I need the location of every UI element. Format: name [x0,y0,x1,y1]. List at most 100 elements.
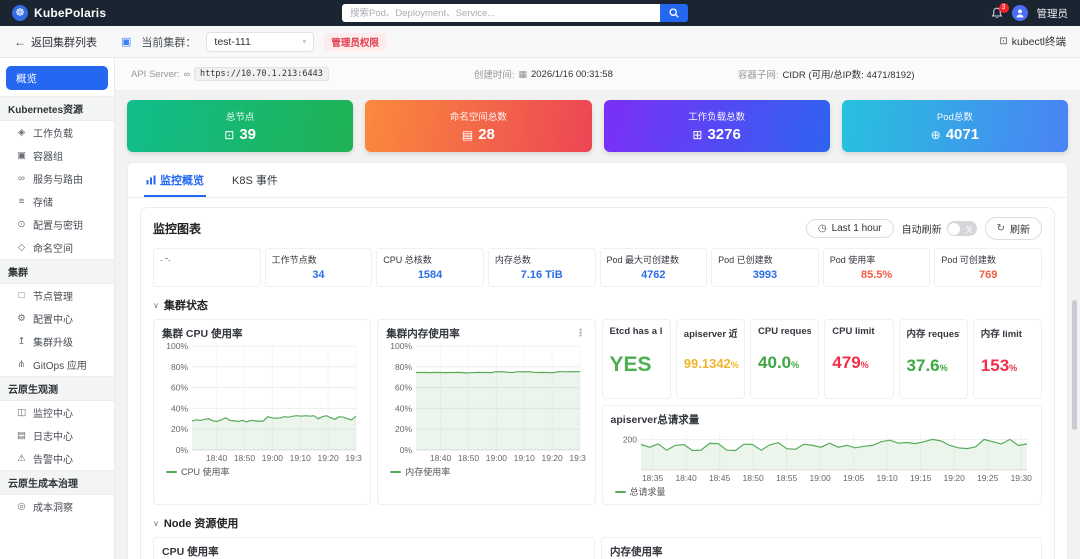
svg-text:19:10: 19:10 [290,453,312,463]
time-range-button[interactable]: ◷ Last 1 hour [805,219,894,238]
section-cluster-status[interactable]: ∨ 集群状态 [153,297,1042,313]
svg-text:0%: 0% [176,445,189,455]
api-server-url[interactable]: https://10.70.1.213:6443 [194,67,329,81]
grid-icon: ⊞ [692,127,703,142]
subnet-value: CIDR (可用/总IP数: 4471/8192) [782,70,915,81]
gear-icon: ⚙ [17,313,26,324]
svg-text:19:30: 19:30 [570,453,587,463]
sidebar-item-monitoring-center[interactable]: ◫ 监控中心 [0,401,114,424]
back-to-cluster-list-link[interactable]: ← 返回集群列表 [14,34,97,50]
sidebar-item-config-secrets[interactable]: ⊙ 配置与密钥 [0,213,114,236]
svg-text:18:35: 18:35 [641,473,663,483]
global-search [342,4,688,22]
svg-text:80%: 80% [171,362,188,372]
tab-bar: 监控概览 K8S 事件 [128,163,1067,198]
terminal-label: kubectl终端 [1011,36,1066,48]
sidebar-item-pods[interactable]: ▣ 容器组 [0,144,114,167]
storage-icon: ≡ [18,196,25,207]
scrollbar[interactable] [1072,300,1077,430]
total-nodes-card: 总节点 ⊡ 39 [127,100,354,152]
main-content: API Server: ∞ https://10.70.1.213:6443 创… [115,58,1080,559]
sidebar: 概览 Kubernetes资源 ◈ 工作负载 ▣ 容器组 ∞ 服务与路由 ≡ 存储 ⊙ 配… [0,58,115,559]
svg-text:19:30: 19:30 [1010,473,1032,483]
avatar[interactable] [1011,5,1028,21]
mini-cards-row: Etcd has a leaYES apiserver 近399.1342% C… [601,319,1043,399]
pod-icon: ▣ [17,150,26,161]
top-bar: ☸ KubePolaris 3 管理员 [0,0,1080,26]
sidebar-item-services[interactable]: ∞ 服务与路由 [0,167,114,190]
tab-k8s-events[interactable]: K8S 事件 [230,163,280,197]
sidebar-item-cluster-upgrade[interactable]: ↥ 集群升级 [0,330,114,353]
sidebar-item-cost-insight[interactable]: ◎ 成本洞察 [0,495,114,518]
monitor-chart-icon: ◫ [17,407,26,418]
svg-text:19:00: 19:00 [809,473,831,483]
svg-text:20%: 20% [171,424,188,434]
kubectl-terminal-button[interactable]: ⊡ kubectl终端 [999,34,1066,49]
cluster-name: test-111 [214,35,251,48]
section-node-resources[interactable]: ∨ Node 资源使用 [153,515,1042,531]
sidebar-item-log-center[interactable]: ▤ 日志中心 [0,424,114,447]
tab-monitor-overview[interactable]: 监控概览 [144,163,206,197]
svg-text:100%: 100% [391,341,413,351]
svg-text:19:25: 19:25 [977,473,999,483]
node-memory-chart-card: 内存使用率 0%20%40%60%80%100%18:4018:5019:001… [601,537,1042,559]
back-arrow-icon: ← [14,34,26,49]
memory-request-card: 内存 request 37.6% [898,319,968,399]
node-icon: □ [18,290,25,301]
cluster-toolbar: ← 返回集群列表 ▣ 当前集群： test-111 ▾ 管理员权限 ⊡ kube… [0,26,1080,58]
monitor-icon: ⊡ [224,127,235,142]
sidebar-item-storage[interactable]: ≡ 存储 [0,190,114,213]
globe-icon: ⊕ [930,127,941,142]
current-cluster-label: 当前集群： [141,36,197,49]
apiserver-requests-chart[interactable]: 200 18:35 18:40 18:45 18:50 18:55 19:00 19:05 19… [611,427,1033,483]
sidebar-group-cluster: 集群 [0,259,114,284]
sidebar-item-overview[interactable]: 概览 [6,66,108,90]
sidebar-item-alert-center[interactable]: ⚠ 告警中心 [0,447,114,470]
service-route-icon: ∞ [18,173,25,184]
sidebar-item-gitops[interactable]: ⋔ GitOps 应用 [0,353,114,376]
chart-icon [146,175,156,185]
sidebar-item-config-center[interactable]: ⚙ 配置中心 [0,307,114,330]
link-icon: ∞ [183,69,190,79]
svg-text:19:15: 19:15 [910,473,932,483]
monitor-panel-title: 监控图表 [153,222,202,236]
role-badge: 管理员权限 [324,32,386,51]
workload-icon: ◈ [17,127,26,138]
clock-icon: ◷ [817,223,827,234]
sidebar-item-namespaces[interactable]: ◇ 命名空间 [0,236,114,259]
svg-text:19:20: 19:20 [943,473,965,483]
cluster-cpu-usage-chart[interactable]: 0% 20% 40% 60% 80% 100% 18:40 18:50 19:00 19:10 19… [162,341,367,463]
svg-text:0%: 0% [400,445,413,455]
git-branch-icon: ⋔ [17,359,26,370]
sidebar-item-workloads[interactable]: ◈ 工作负载 [0,121,114,144]
cluster-info-row: API Server: ∞ https://10.70.1.213:6443 创… [115,58,1080,91]
cluster-select[interactable]: test-111 ▾ [206,31,315,52]
auto-refresh-toggle[interactable]: 关 [946,221,977,236]
memory-limit-card: 内存 limit 153% [972,319,1043,399]
svg-text:19:20: 19:20 [542,453,564,463]
subnet-label: 容器子网: [737,70,779,81]
more-options-icon[interactable]: ⋮ [576,328,587,339]
app-root: ☸ KubePolaris 3 管理员 ← 返回集群列表 ▣ 当前集群： [0,0,1080,559]
stat-placeholder: . -. [153,248,261,287]
svg-text:18:50: 18:50 [458,453,480,463]
sidebar-item-node-management[interactable]: □ 节点管理 [0,284,114,307]
svg-text:19:20: 19:20 [317,453,339,463]
created-label: 创建时间: [473,70,515,81]
svg-text:18:45: 18:45 [708,473,730,483]
notifications-button[interactable]: 3 [991,2,1009,20]
refresh-button[interactable]: ↻ 刷新 [984,217,1042,240]
search-input[interactable] [342,4,660,22]
svg-text:18:50: 18:50 [234,453,256,463]
app-title: KubePolaris [34,6,107,20]
terminal-icon: ⊡ [999,36,1008,47]
workloads-card: 工作负载总数 ⊞ 3276 [603,100,830,152]
svg-text:19:00: 19:00 [486,453,508,463]
auto-refresh-label: 自动刷新 [901,225,942,236]
cluster-memory-chart-card: 集群内存使用率 ⋮ 0% 20% 40% 60% 80% 100% 18:40 18:50 19:… [377,319,596,505]
etcd-leader-card: Etcd has a leaYES [601,319,671,399]
search-button[interactable] [660,4,688,22]
chevron-down-icon: ▾ [302,37,307,46]
created-value: 2026/1/16 00:31:58 [530,68,613,80]
cluster-memory-usage-chart[interactable]: 0% 20% 40% 60% 80% 100% 18:40 18:50 19:00 19:10 19… [386,341,592,463]
